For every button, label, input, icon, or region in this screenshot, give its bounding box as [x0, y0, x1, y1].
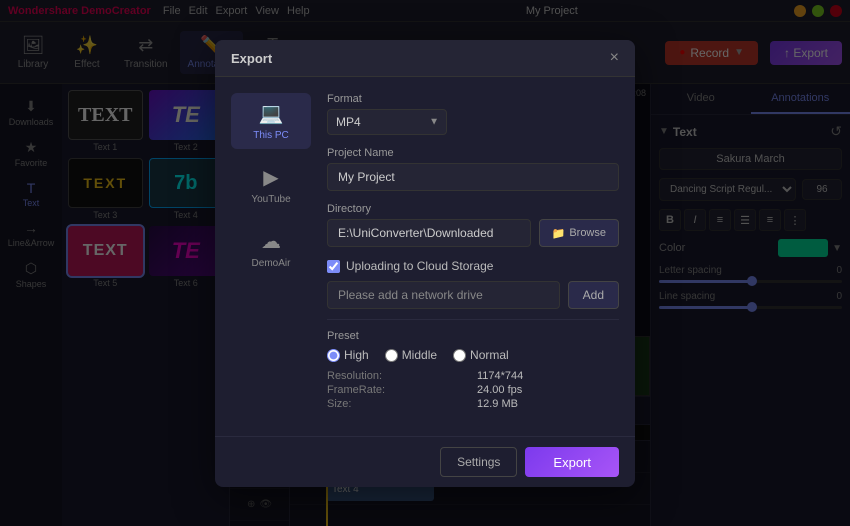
modal-close-button[interactable]: ×: [610, 50, 619, 66]
format-group: Format MP4 MOV AVI GIF ▼: [327, 93, 619, 135]
modal-nav-youtube[interactable]: ▶ YouTube: [231, 157, 311, 213]
modal-sidebar: 💻 This PC ▶ YouTube ☁ DemoAir: [231, 93, 619, 420]
modal-nav-demoair[interactable]: ☁ DemoAir: [231, 221, 311, 277]
cloud-label: Uploading to Cloud Storage: [346, 259, 493, 273]
preset-middle[interactable]: Middle: [385, 348, 437, 362]
folder-icon: 📁: [552, 227, 566, 240]
modal-body: 💻 This PC ▶ YouTube ☁ DemoAir: [215, 77, 635, 436]
modal-nav: 💻 This PC ▶ YouTube ☁ DemoAir: [231, 93, 311, 420]
preset-label: Preset: [327, 330, 619, 342]
preset-radios: High Middle Normal: [327, 348, 619, 362]
export-modal-button[interactable]: Export: [525, 447, 619, 477]
add-drive-button[interactable]: Add: [568, 281, 619, 309]
thispc-icon: 💻: [259, 101, 284, 126]
directory-label: Directory: [327, 203, 619, 215]
preset-section: Preset High Middle: [327, 330, 619, 410]
cloud-upload-row: Uploading to Cloud Storage: [327, 259, 619, 273]
project-name-input[interactable]: [327, 163, 619, 191]
export-modal: Export × 💻 This PC ▶ YouTube ☁: [215, 40, 635, 487]
directory-group: Directory 📁 Browse: [327, 203, 619, 247]
browse-button[interactable]: 📁 Browse: [539, 219, 619, 247]
format-select-wrapper: MP4 MOV AVI GIF ▼: [327, 109, 447, 135]
divider: [327, 319, 619, 320]
cloud-checkbox[interactable]: [327, 260, 340, 273]
directory-input[interactable]: [327, 219, 531, 247]
modal-form: Format MP4 MOV AVI GIF ▼: [327, 93, 619, 420]
preset-normal[interactable]: Normal: [453, 348, 509, 362]
modal-title: Export: [231, 51, 272, 66]
modal-overlay: Export × 💻 This PC ▶ YouTube ☁: [0, 0, 850, 526]
format-select[interactable]: MP4 MOV AVI GIF: [327, 109, 447, 135]
project-name-label: Project Name: [327, 147, 619, 159]
directory-row: 📁 Browse: [327, 219, 619, 247]
preset-info: Resolution: 1174*744 FrameRate: 24.00 fp…: [327, 370, 619, 410]
format-label: Format: [327, 93, 619, 105]
youtube-icon: ▶: [263, 165, 278, 190]
modal-header: Export ×: [215, 40, 635, 77]
demoair-icon: ☁: [261, 229, 281, 254]
settings-button[interactable]: Settings: [440, 447, 517, 477]
modal-nav-thispc[interactable]: 💻 This PC: [231, 93, 311, 149]
network-drive-row: Please add a network drive Add: [327, 281, 619, 309]
preset-high[interactable]: High: [327, 348, 369, 362]
project-name-group: Project Name: [327, 147, 619, 191]
network-drive-select[interactable]: Please add a network drive: [327, 281, 560, 309]
modal-footer: Settings Export: [215, 436, 635, 487]
